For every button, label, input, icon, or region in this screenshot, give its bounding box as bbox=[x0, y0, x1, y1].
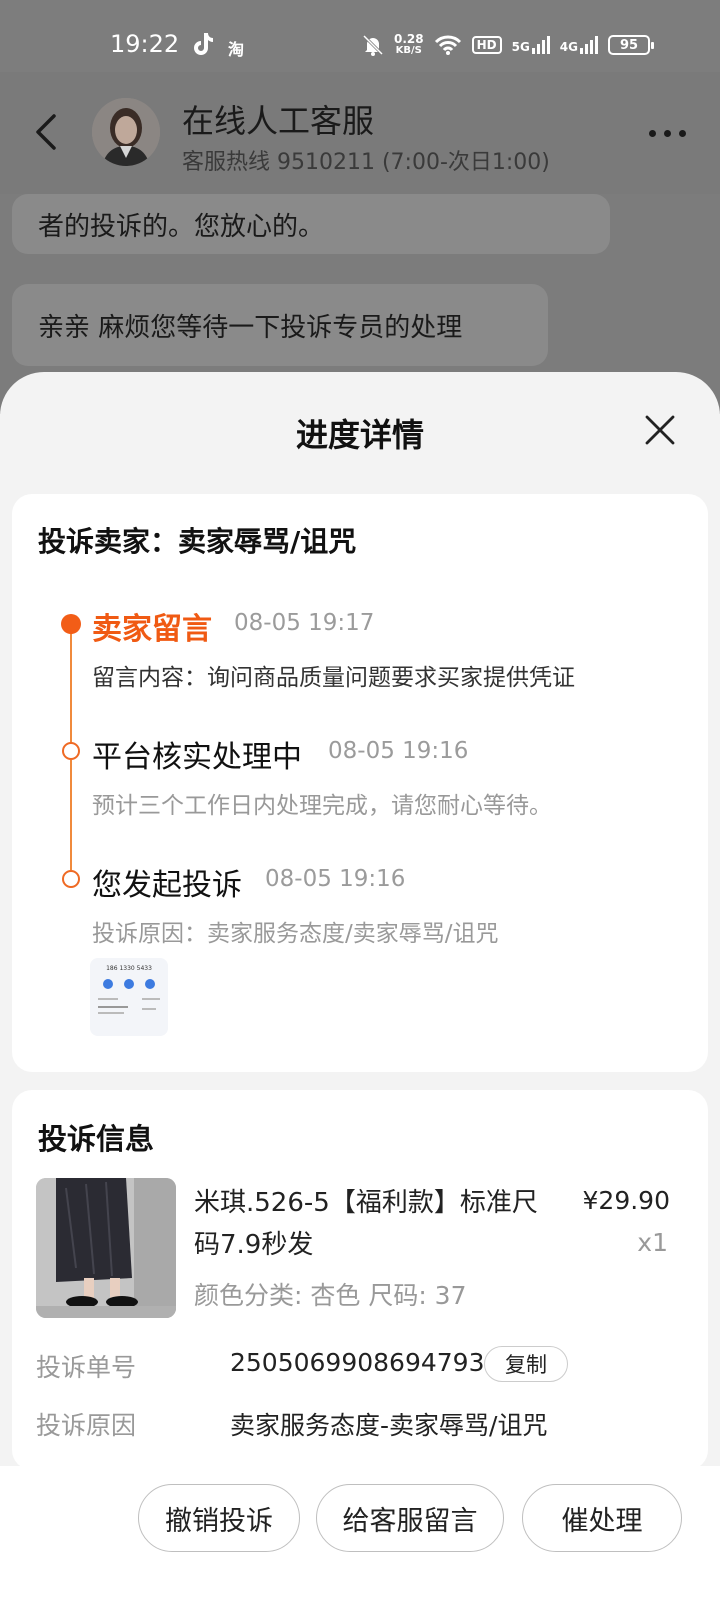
complaint-header: 投诉卖家：卖家辱骂/诅咒 bbox=[38, 525, 357, 558]
wifi-icon bbox=[434, 35, 461, 55]
order-number-label: 投诉单号 bbox=[36, 1353, 137, 1382]
timeline-desc: 投诉原因：卖家服务态度/卖家辱骂/诅咒 bbox=[92, 921, 499, 947]
timeline-title: 卖家留言 bbox=[92, 612, 212, 647]
info-title: 投诉信息 bbox=[38, 1122, 155, 1156]
chat-bubble: 者的投诉的。您放心的。 bbox=[12, 194, 610, 254]
status-right-icons: 0.28 KB/S HD 5G 4G 95 bbox=[362, 30, 654, 60]
order-number-value: 2505069908694793 bbox=[230, 1348, 485, 1377]
product-quantity: x1 bbox=[637, 1228, 668, 1257]
timeline-dot bbox=[62, 742, 80, 760]
svg-text:186 1330 5433: 186 1330 5433 bbox=[106, 965, 152, 972]
urge-processing-button[interactable]: 催处理 bbox=[522, 1484, 682, 1552]
cancel-complaint-button[interactable]: 撤销投诉 bbox=[138, 1484, 300, 1552]
product-sku: 颜色分类: 杏色 尺码: 37 bbox=[194, 1281, 467, 1310]
reason-value: 卖家服务态度-卖家辱骂/诅咒 bbox=[230, 1411, 548, 1440]
product-photo bbox=[36, 1178, 176, 1318]
copy-button[interactable]: 复制 bbox=[484, 1346, 568, 1382]
taobao-icon: 淘 bbox=[228, 40, 245, 59]
back-icon[interactable] bbox=[32, 112, 60, 152]
timeline-time: 08-05 19:16 bbox=[328, 738, 469, 764]
chat-bubble: 亲亲 麻烦您等待一下投诉专员的处理 bbox=[12, 284, 548, 366]
signal-5g-icon: 5G bbox=[512, 36, 550, 54]
timeline-desc: 留言内容：询问商品质量问题要求买家提供凭证 bbox=[92, 665, 575, 691]
more-icon[interactable] bbox=[649, 130, 686, 137]
avatar-image bbox=[92, 98, 160, 166]
timeline-title: 您发起投诉 bbox=[92, 868, 242, 903]
sheet-title: 进度详情 bbox=[295, 416, 424, 454]
battery-icon: 95 bbox=[608, 35, 654, 55]
timeline-time: 08-05 19:16 bbox=[265, 866, 406, 892]
timeline-title: 平台核实处理中 bbox=[92, 740, 302, 775]
timeline-line bbox=[70, 632, 72, 748]
chat-subtitle: 客服热线 9510211 (7:00-次日1:00) bbox=[182, 150, 550, 175]
status-time: 19:22 bbox=[110, 30, 180, 58]
timeline-time: 08-05 19:17 bbox=[234, 610, 375, 636]
timeline-line bbox=[70, 760, 72, 870]
tiktok-icon bbox=[194, 33, 213, 55]
reason-label: 投诉原因 bbox=[36, 1411, 137, 1440]
timeline-dot bbox=[62, 870, 80, 888]
leave-message-button[interactable]: 给客服留言 bbox=[316, 1484, 504, 1552]
network-speed: 0.28 KB/S bbox=[393, 32, 424, 56]
timeline-dot-active bbox=[61, 614, 81, 634]
product-image[interactable] bbox=[36, 1178, 176, 1318]
screenshot-thumb-image: 186 1330 5433 bbox=[90, 958, 168, 1036]
hd-icon: HD bbox=[471, 36, 502, 54]
agent-avatar[interactable] bbox=[92, 98, 160, 166]
signal-4g-icon: 4G bbox=[560, 36, 598, 54]
timeline-desc: 预计三个工作日内处理完成，请您耐心等待。 bbox=[92, 793, 552, 819]
mute-bell-icon bbox=[362, 34, 384, 56]
status-bar: 19:22 淘 0.28 KB/S HD 5G 4G 95 bbox=[0, 0, 720, 72]
chat-title: 在线人工客服 bbox=[182, 102, 375, 140]
close-icon[interactable] bbox=[644, 414, 676, 446]
evidence-thumbnail[interactable]: 186 1330 5433 bbox=[90, 958, 168, 1036]
product-name: 米琪.526-5【福利款】标准尺码7.9秒发 bbox=[194, 1188, 538, 1260]
product-price: ¥29.90 bbox=[582, 1186, 670, 1215]
